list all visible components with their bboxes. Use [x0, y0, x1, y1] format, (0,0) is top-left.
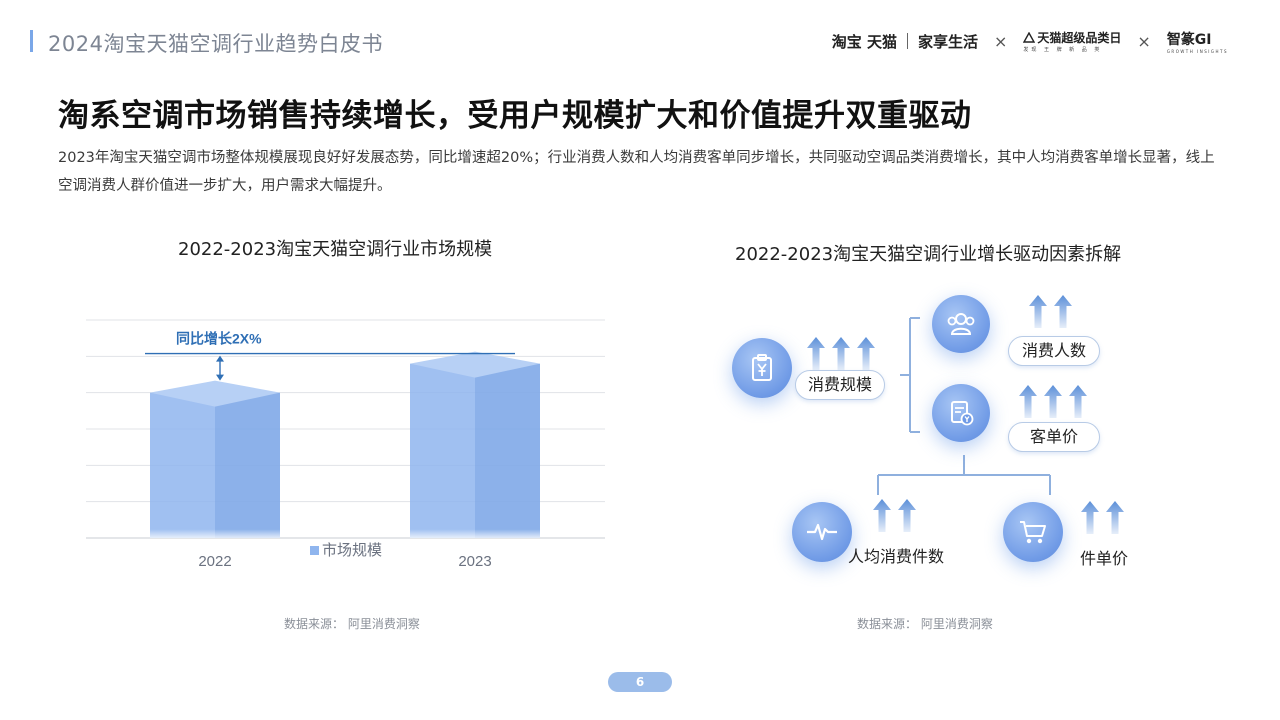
zhizhuan-gi-text: 智篆GI [1166, 31, 1212, 48]
unit-price-label: 件单价 [1080, 549, 1129, 568]
header-accent-bar [30, 30, 33, 52]
up-arrow-icon [1068, 384, 1088, 422]
document-yuan-icon [951, 401, 974, 426]
up-arrow-icon [1018, 384, 1038, 422]
unit-price-node-circle [1003, 502, 1063, 562]
up-arrow-icon [872, 498, 892, 536]
zhizhuan-gi-logo: 智篆GI GROWTH INSIGHTS [1167, 29, 1228, 54]
growth-drivers-title: 2022-2023淘宝天猫空调行业增长驱动因素拆解 [735, 244, 1122, 265]
items-per-user-node-circle [792, 502, 852, 562]
aov-branch-connector [877, 455, 1051, 495]
taobao-tmall-logo: 淘宝 天猫 [831, 32, 897, 51]
tmall-super-category-subtext: 发现 王 牌 新 品 类 [1023, 47, 1103, 53]
up-arrow-icon [897, 498, 917, 536]
up-arrow-icon [1080, 500, 1100, 538]
right-data-source: 数据来源： 阿里消费洞察 [857, 617, 993, 631]
shopping-cart-icon [1020, 521, 1046, 544]
clipboard-yuan-icon [752, 354, 772, 381]
bar-2023 [410, 351, 540, 538]
root-growth-arrows [806, 336, 876, 374]
aov-node-label: 客单价 [1008, 422, 1100, 452]
bar-fade [410, 498, 540, 538]
tmall-super-category-text: 天猫超级品类日 [1037, 31, 1122, 45]
x-tick-label: 2022 [198, 553, 231, 570]
up-arrow-icon [856, 336, 876, 374]
home-life-logo: 家享生活 [917, 32, 978, 51]
market-size-bar-chart: 同比增长2X% 2022 2023 市场规模 [86, 319, 605, 570]
left-data-source: 数据来源： 阿里消费洞察 [284, 617, 420, 631]
bar-fade [150, 498, 280, 538]
annotation-arrow-down [216, 374, 224, 381]
users-growth-arrows [1028, 294, 1073, 332]
zhizhuan-gi-subtext: GROWTH INSIGHTS [1166, 48, 1228, 54]
unit-price-growth-arrows [1080, 500, 1125, 538]
page-description: 2023年淘宝天猫空调市场整体规模展现良好好发展态势，同比增速超20%；行业消费… [58, 150, 1215, 194]
x-tick-label: 2023 [458, 553, 491, 570]
aov-growth-arrows [1018, 384, 1088, 422]
report-title: 2024淘宝天猫空调行业趋势白皮书 [48, 32, 383, 56]
partner-x-icon: × [1137, 31, 1151, 51]
users-node-circle [932, 295, 990, 353]
root-node-label: 消费规模 [795, 370, 885, 400]
root-node-circle [732, 338, 792, 398]
logo-strip: 淘宝 天猫 家享生活 × 天猫超级品类日 发现 王 牌 新 品 类 × 智篆GI… [832, 28, 1228, 54]
users-group-icon [947, 313, 975, 335]
page-headline: 淘系空调市场销售持续增长，受用户规模扩大和价值提升双重驱动 [58, 98, 972, 134]
legend-swatch [310, 546, 319, 555]
items-per-user-label: 人均消费件数 [848, 547, 945, 566]
up-arrow-icon [1053, 294, 1073, 332]
up-arrow-icon [1105, 500, 1125, 538]
logo-divider [906, 33, 908, 49]
growth-annotation-label: 同比增长2X% [176, 331, 262, 347]
legend-label: 市场规模 [322, 542, 382, 559]
up-arrow-icon [831, 336, 851, 374]
items-per-user-growth-arrows [872, 498, 917, 536]
pulse-icon [807, 523, 837, 541]
growth-driver-diagram: 消费规模 消费人数 客单价 人均消费件数 件单价 [720, 280, 1160, 600]
chart-legend: 市场规模 [310, 542, 382, 559]
up-arrow-icon [1043, 384, 1063, 422]
bar-2022 [150, 380, 280, 538]
page-number: 6 [608, 672, 672, 692]
aov-node-circle [932, 384, 990, 442]
up-arrow-icon [1028, 294, 1048, 332]
market-size-chart-title: 2022-2023淘宝天猫空调行业市场规模 [178, 239, 493, 260]
chart-bars [150, 351, 540, 538]
triangle-logo-icon [1023, 32, 1036, 43]
root-branch-connector [900, 317, 920, 433]
users-node-label: 消费人数 [1008, 336, 1100, 366]
up-arrow-icon [806, 336, 826, 374]
tmall-super-category-logo: 天猫超级品类日 发现 王 牌 新 品 类 [1023, 29, 1121, 53]
partner-x-icon: × [993, 31, 1008, 51]
